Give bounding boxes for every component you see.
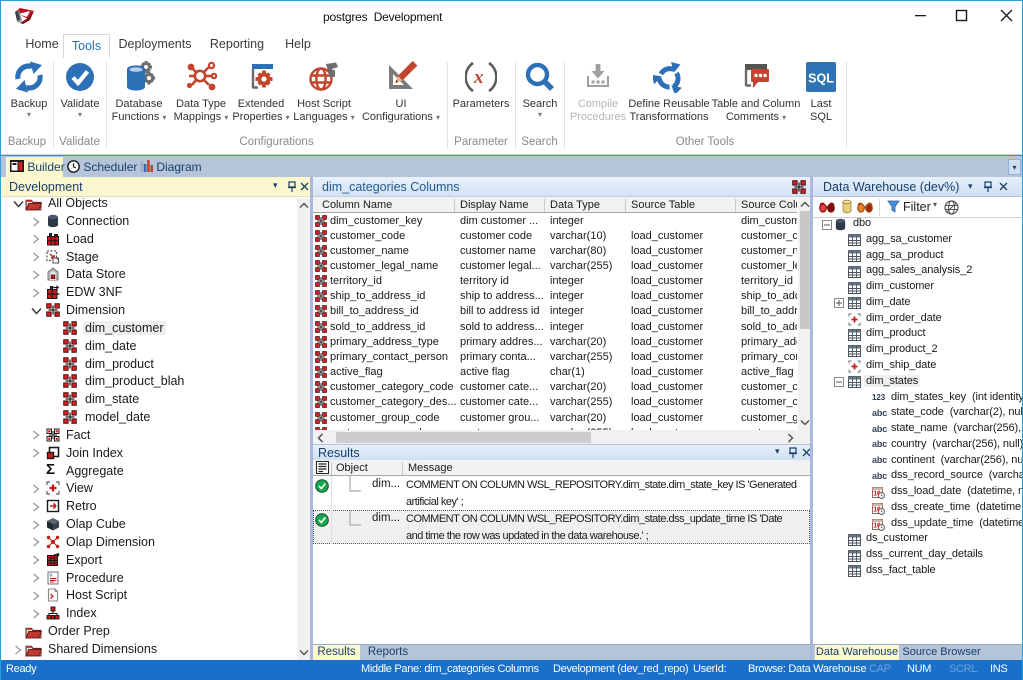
svg-text:x: x (473, 67, 484, 88)
svg-text:SQL: SQL (808, 72, 834, 86)
